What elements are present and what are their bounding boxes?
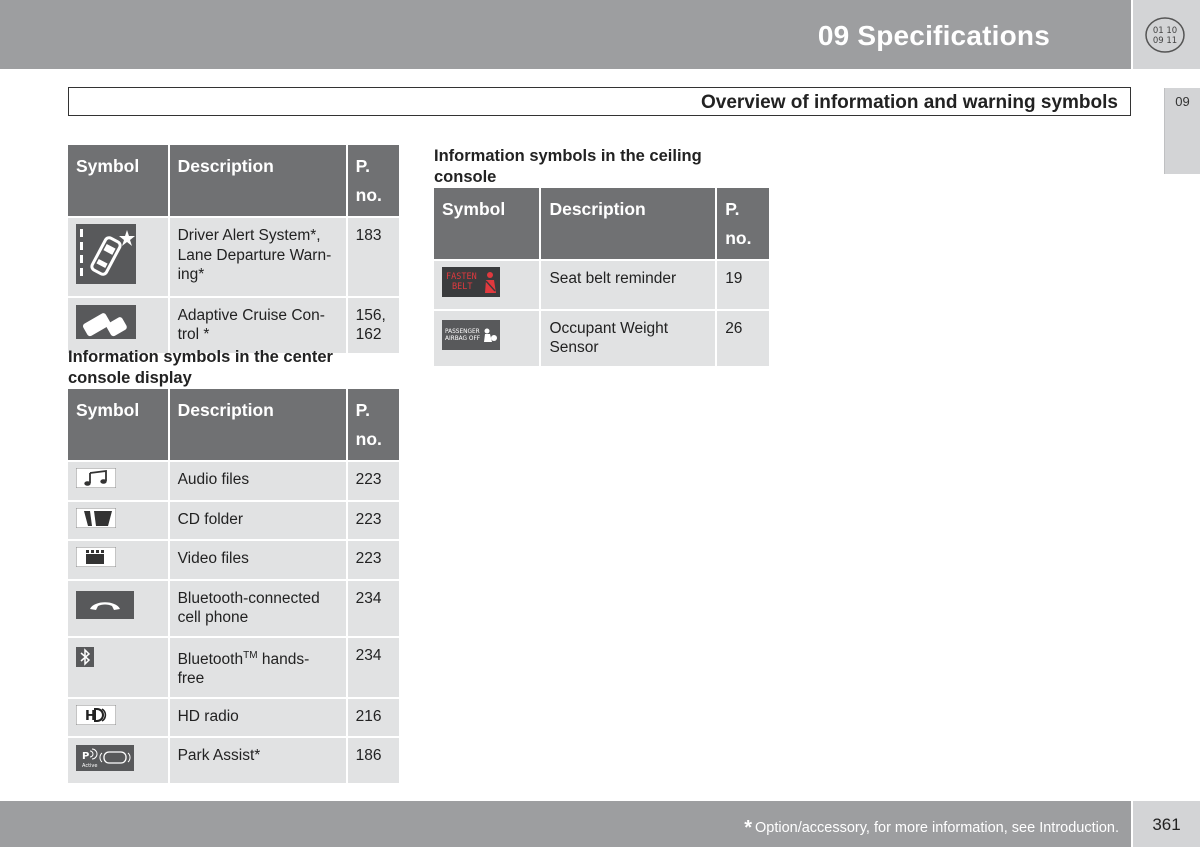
table-header-row: Symbol Description P. no.: [68, 389, 399, 460]
symbol-cell: [68, 637, 168, 697]
symbol-cell: P Active: [68, 738, 168, 784]
section-title: Overview of information and warning symb…: [700, 92, 1118, 113]
table-row: Driver Alert System*, Lane Departure Warn…: [68, 218, 399, 296]
description-cell: CD folder: [169, 501, 346, 539]
page-cell: 223: [347, 501, 399, 539]
description-column-header: Description: [169, 145, 346, 216]
page-cell: 234: [347, 637, 399, 697]
description-cell: Audio files: [169, 462, 346, 500]
page-cell: 216: [347, 698, 399, 737]
page-column-header: P. no.: [347, 389, 399, 460]
fasten-belt-icon: FASTEN BELT: [442, 267, 500, 297]
table-row: PASSENGER AIRBAG OFF Occupant Weight Sens…: [434, 310, 769, 366]
cd-folder-icon: [75, 507, 117, 528]
svg-text:AIRBAG OFF: AIRBAG OFF: [445, 336, 480, 342]
description-cell: Adaptive Cruise Con-trol *: [169, 297, 346, 353]
svg-text:PASSENGER: PASSENGER: [445, 329, 480, 335]
section-heading-box: Overview of information and warning symb…: [68, 87, 1131, 116]
page-number-box: 361: [1133, 801, 1200, 847]
table-row: Audio files 223: [68, 462, 399, 500]
symbol-cell: [68, 462, 168, 500]
page-cell: 26: [717, 310, 769, 366]
page-cell: 19: [717, 261, 769, 309]
description-cell: Bluetooth-connected cell phone: [169, 580, 346, 636]
chapter-title: 09 Specifications: [817, 20, 1050, 51]
hd-radio-icon: H: [75, 704, 117, 726]
table-header-row: Symbol Description P. no.: [68, 145, 399, 216]
table-row: H HD radio 216: [68, 698, 399, 737]
table-row: Video files 223: [68, 541, 399, 579]
symbols-table-main: Symbol Description P. no. Driver Alert Sy…: [66, 143, 401, 355]
symbol-cell: [68, 541, 168, 579]
table-row: P Active Park Assist* 186: [68, 738, 399, 784]
chapter-side-tab[interactable]: 09: [1164, 88, 1200, 174]
page-column-header: P. no.: [717, 188, 769, 259]
symbols-table-center-console: Symbol Description P. no. Audio files 223…: [66, 387, 401, 785]
passenger-airbag-off-icon: PASSENGER AIRBAG OFF: [442, 320, 500, 351]
symbol-cell: [68, 580, 168, 636]
table-row: FASTEN BELT Seat belt reminder 19: [434, 261, 769, 309]
description-cell: Park Assist*: [169, 738, 346, 784]
description-cell: Seat belt reminder: [541, 261, 716, 309]
svg-text:BELT: BELT: [452, 282, 472, 292]
page-cell: 183: [347, 218, 399, 296]
page-cell: 223: [347, 541, 399, 579]
symbol-cell: [68, 501, 168, 539]
table-row: BluetoothTM hands-free 234: [68, 637, 399, 697]
symbol-column-header: Symbol: [434, 188, 540, 259]
ceiling-console-caption: Information symbols in the ceiling consol…: [434, 147, 702, 186]
table-row: CD folder 223: [68, 501, 399, 539]
footer-bar: * Option/accessory, for more information,…: [0, 801, 1131, 847]
description-column-header: Description: [169, 389, 346, 460]
symbol-cell: [68, 297, 168, 353]
page-cell: 223: [347, 462, 399, 500]
symbol-column-header: Symbol: [68, 389, 168, 460]
page-cell: 186: [347, 738, 399, 784]
clapperboard-icon: [75, 546, 117, 568]
symbol-cell: FASTEN BELT: [434, 261, 540, 309]
description-cell: Video files: [169, 541, 346, 579]
page-cell: 156, 162: [347, 297, 399, 353]
driver-alert-icon: [76, 224, 136, 284]
description-cell: BluetoothTM hands-free: [169, 637, 346, 697]
svg-text:P: P: [82, 751, 89, 762]
svg-text:Active: Active: [82, 763, 97, 769]
symbol-cell: PASSENGER AIRBAG OFF: [434, 310, 540, 366]
description-cell: Driver Alert System*, Lane Departure Warn…: [169, 218, 346, 296]
page-column-header: P. no.: [347, 145, 399, 216]
chapter-logo-icon: 01 10 09 11: [1145, 17, 1185, 53]
page-number: 361: [1152, 815, 1181, 834]
symbol-cell: H: [68, 698, 168, 737]
symbol-column-header: Symbol: [68, 145, 168, 216]
header-bar: 09 Specifications: [0, 0, 1131, 69]
description-cell: Occupant Weight Sensor: [541, 310, 716, 366]
svg-text:FASTEN: FASTEN: [446, 272, 477, 282]
side-tab-label: 09: [1175, 94, 1190, 109]
page-cell: 234: [347, 580, 399, 636]
symbols-table-ceiling-console: Symbol Description P. no. FASTEN BELT Sea…: [432, 186, 771, 368]
svg-text:01 10: 01 10: [1153, 26, 1177, 36]
footnote: * Option/accessory, for more information,…: [744, 817, 1119, 839]
description-cell: HD radio: [169, 698, 346, 737]
symbol-cell: [68, 218, 168, 296]
phone-handset-icon: [76, 591, 134, 620]
svg-text:09 11: 09 11: [1153, 36, 1177, 46]
music-note-icon: [75, 467, 117, 489]
adaptive-cruise-icon: [76, 305, 136, 340]
park-assist-icon: P Active: [76, 744, 134, 771]
table-header-row: Symbol Description P. no.: [434, 188, 769, 259]
description-column-header: Description: [541, 188, 716, 259]
center-console-caption: Information symbols in the center console…: [68, 348, 333, 387]
table-row: Adaptive Cruise Con-trol * 156, 162: [68, 297, 399, 353]
bluetooth-icon: [76, 646, 94, 667]
table-row: Bluetooth-connected cell phone 234: [68, 580, 399, 636]
